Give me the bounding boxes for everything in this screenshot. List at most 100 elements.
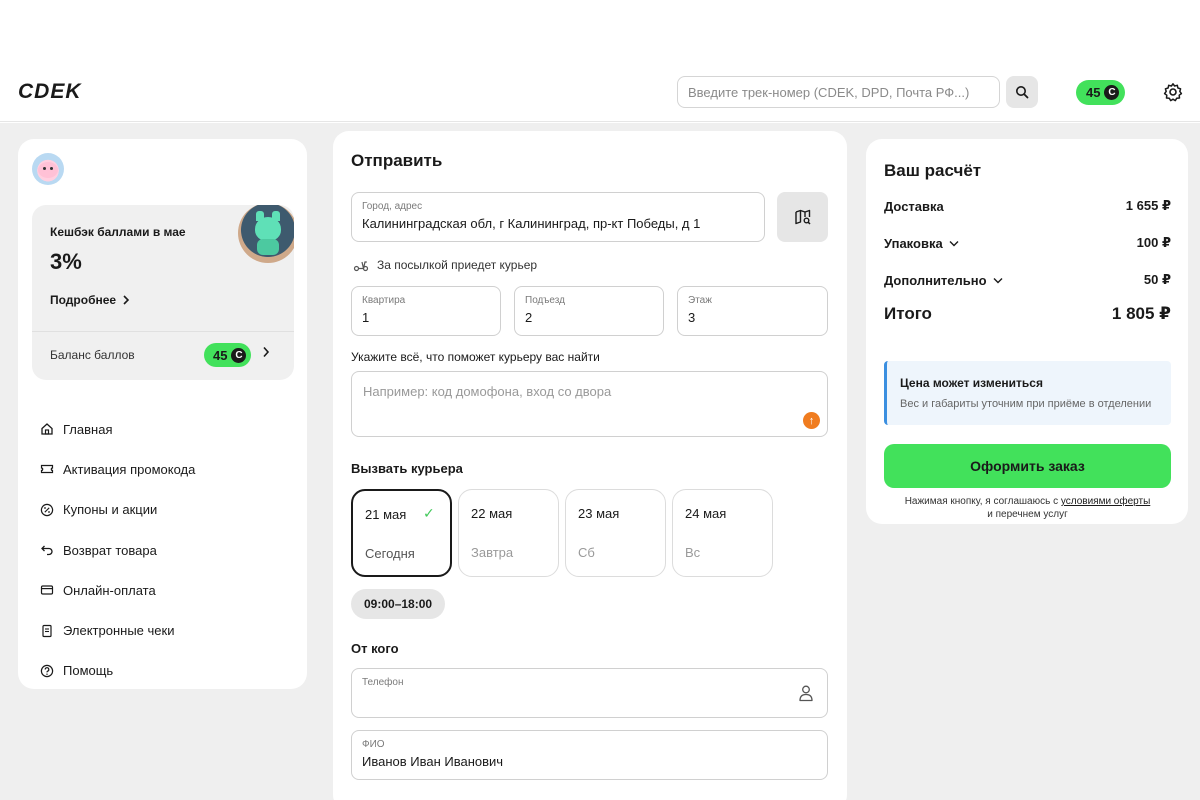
time-slot-chip[interactable]: 09:00–18:00	[351, 589, 446, 619]
packaging-value: 100 ₽	[1136, 235, 1171, 250]
divider	[32, 331, 294, 332]
day-label: Сегодня	[365, 546, 415, 561]
person-icon	[799, 685, 813, 702]
sidebar-item-label: Главная	[63, 421, 113, 437]
entrance-value: 2	[525, 310, 533, 325]
summary-card: Ваш расчёт Доставка 1 655 ₽ Упаковка 100…	[866, 139, 1188, 524]
arrow-up-icon: ↑	[803, 412, 820, 429]
top-blank-strip	[0, 0, 1200, 60]
from-title: От кого	[351, 641, 399, 656]
cashback-title: Кешбэк баллами в мае	[50, 225, 186, 239]
courier-hint-textarea[interactable]: Например: код домофона, вход со двора ↑	[351, 371, 828, 437]
chevron-right-icon	[123, 295, 130, 305]
address-field[interactable]: Город, адрес Калининградская обл, г Кали…	[351, 192, 765, 242]
date-option-22[interactable]: 22 мая Завтра	[458, 489, 559, 577]
sidebar-item-online-payment[interactable]: Онлайн-оплата	[40, 570, 300, 610]
avatar[interactable]	[32, 153, 64, 185]
sidebar-item-help[interactable]: Помощь	[40, 651, 300, 691]
courier-hint-label: Укажите всё, что поможет курьеру вас най…	[351, 350, 600, 364]
call-courier-title: Вызвать курьера	[351, 461, 463, 476]
phone-field[interactable]: Телефон	[351, 668, 786, 718]
packaging-row[interactable]: Упаковка 100 ₽	[884, 235, 1171, 251]
app-header: CDEK 45 C	[0, 60, 1200, 122]
entrance-field[interactable]: Подъезд 2	[514, 286, 664, 336]
notice-title: Цена может измениться	[900, 376, 1043, 390]
delivery-label: Доставка	[884, 198, 944, 214]
sidebar-item-receipts[interactable]: Электронные чеки	[40, 610, 300, 650]
summary-title: Ваш расчёт	[884, 161, 982, 180]
price-change-notice: Цена может измениться Вес и габариты уто…	[884, 361, 1171, 425]
help-icon	[40, 664, 54, 678]
date-option-23[interactable]: 23 мая Сб	[565, 489, 666, 577]
settings-button[interactable]	[1162, 81, 1184, 103]
sidebar: Кешбэк баллами в мае 3% Подробнее Баланс…	[18, 139, 307, 689]
chevron-right-icon[interactable]	[262, 346, 270, 358]
offer-terms-link[interactable]: условиями оферты	[1061, 496, 1150, 507]
sidebar-item-coupons[interactable]: Купоны и акции	[40, 490, 300, 530]
check-icon: ✓	[423, 505, 435, 521]
notice-text: Вес и габариты уточним при приёме в отде…	[900, 398, 1152, 410]
sidebar-item-promocode[interactable]: Активация промокода	[40, 449, 300, 489]
address-value: Калининградская обл, г Калининград, пр-к…	[362, 216, 701, 231]
cdek-logo[interactable]: CDEK	[18, 80, 82, 104]
day-label: Сб	[578, 545, 595, 560]
details-label: Подробнее	[50, 293, 117, 307]
balance-points-badge[interactable]: 45 C	[204, 343, 252, 367]
courier-hint-placeholder: Например: код домофона, вход со двора	[363, 384, 612, 399]
cashback-card: Кешбэк баллами в мае 3% Подробнее Баланс…	[32, 205, 294, 380]
gear-icon	[1163, 83, 1183, 102]
sidebar-item-label: Помощь	[63, 663, 114, 679]
extra-row[interactable]: Дополнительно 50 ₽	[884, 272, 1171, 288]
agreement-suffix: и перечнем услуг	[987, 509, 1068, 520]
date-label: 21 мая	[365, 507, 407, 522]
packaging-label: Упаковка	[884, 235, 943, 251]
header-points-badge[interactable]: 45 C	[1076, 80, 1126, 105]
total-row: Итого 1 805 ₽	[884, 304, 1171, 324]
cashback-percent: 3%	[50, 249, 82, 274]
return-icon	[40, 543, 54, 557]
sidebar-item-returns[interactable]: Возврат товара	[40, 530, 300, 570]
coin-icon: C	[1104, 85, 1120, 100]
scooter-icon	[353, 261, 369, 272]
apartment-label: Квартира	[362, 295, 406, 306]
sidebar-item-label: Активация промокода	[63, 461, 196, 477]
date-label: 22 мая	[471, 506, 513, 521]
apartment-field[interactable]: Квартира 1	[351, 286, 501, 336]
full-name-field[interactable]: ФИО Иванов Иван Иванович	[351, 730, 828, 780]
sidebar-menu: Главная Активация промокода Купоны и акц…	[40, 409, 300, 691]
sidebar-item-label: Электронные чеки	[63, 623, 175, 639]
total-value: 1 805 ₽	[1111, 304, 1171, 323]
date-option-21[interactable]: 21 мая ✓ Сегодня	[351, 489, 452, 577]
sidebar-item-home[interactable]: Главная	[40, 409, 300, 449]
map-search-icon	[794, 209, 811, 225]
search-icon	[1016, 86, 1029, 99]
search-button[interactable]	[1006, 76, 1038, 108]
balance-label: Баланс баллов	[50, 348, 135, 362]
extra-value: 50 ₽	[1143, 272, 1171, 287]
map-button[interactable]	[777, 192, 828, 242]
phone-label: Телефон	[362, 677, 404, 688]
place-order-button[interactable]: Оформить заказ	[884, 444, 1171, 488]
courier-note: За посылкой приедет курьер	[353, 258, 537, 272]
card-icon	[40, 583, 54, 597]
select-contact-button[interactable]	[785, 668, 828, 718]
day-label: Завтра	[471, 545, 514, 560]
floor-field[interactable]: Этаж 3	[677, 286, 828, 336]
form-title: Отправить	[351, 151, 443, 170]
sidebar-item-label: Возврат товара	[63, 542, 157, 558]
track-number-input[interactable]	[677, 76, 1000, 108]
day-label: Вс	[685, 545, 701, 560]
cashback-details-link[interactable]: Подробнее	[50, 293, 130, 307]
delivery-value: 1 655 ₽	[1125, 198, 1171, 213]
agreement-prefix: Нажимая кнопку, я соглашаюсь с	[904, 496, 1059, 507]
balance-points-value: 45	[213, 347, 228, 363]
agreement-text: Нажимая кнопку, я соглашаюсь с условиями…	[884, 495, 1171, 521]
date-option-24[interactable]: 24 мая Вс	[672, 489, 773, 577]
coin-icon: C	[231, 347, 247, 363]
main-content: Кешбэк баллами в мае 3% Подробнее Баланс…	[0, 123, 1200, 800]
address-label: Город, адрес	[362, 201, 423, 212]
floor-value: 3	[688, 310, 696, 325]
date-label: 23 мая	[578, 506, 620, 521]
entrance-label: Подъезд	[525, 295, 565, 306]
send-form: Отправить Город, адрес Калининградская о…	[333, 131, 847, 800]
